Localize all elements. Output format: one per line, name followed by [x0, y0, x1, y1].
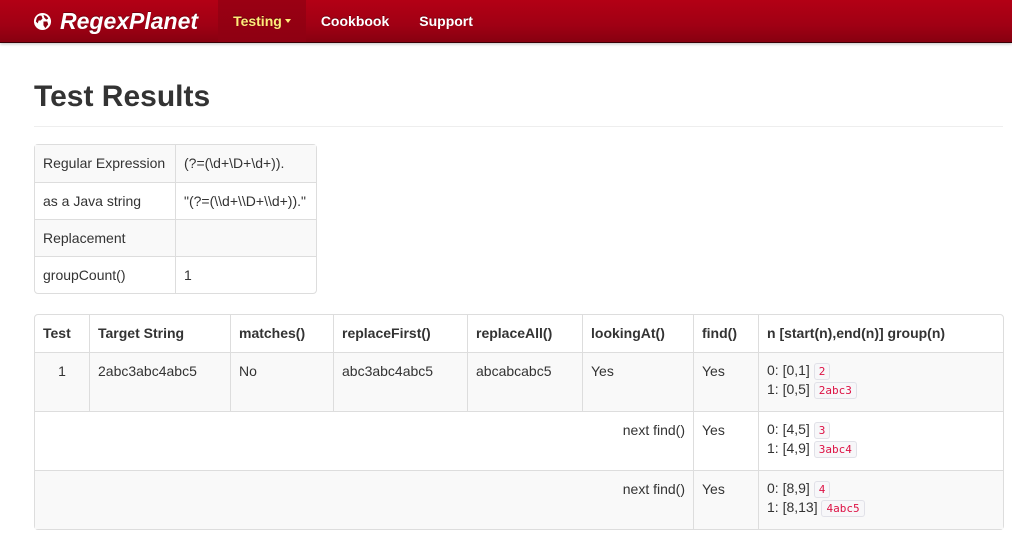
group-range: 0: [0,1]: [767, 362, 810, 378]
group-value: 2: [813, 363, 831, 380]
brand-link[interactable]: RegexPlanet: [33, 0, 198, 42]
results-header-row: Test Target String matches() replaceFirs…: [35, 315, 1003, 352]
group-value: 3abc4: [813, 441, 857, 458]
cell-next-find-label: next find(): [35, 470, 693, 529]
cell-test-number: 1: [35, 352, 89, 411]
cell-next-find-label: next find(): [35, 411, 693, 470]
nav-cookbook[interactable]: Cookbook: [306, 0, 404, 42]
table-row: 1 2abc3abc4abc5 No abc3abc4abc5 abcabcab…: [35, 352, 1003, 411]
nav-support-label: Support: [419, 13, 473, 29]
col-header-find: find(): [693, 315, 758, 352]
info-value: (?=(\d+\D+\d+)).: [175, 145, 316, 182]
col-header-groups: n [start(n),end(n)] group(n): [758, 315, 1003, 352]
info-row-replacement: Replacement: [35, 219, 316, 256]
group-value: 3: [813, 422, 831, 439]
cell-groups: 0: [0,1] 2 1: [0,5] 2abc3: [758, 352, 1003, 411]
info-value: "(?=(\\d+\\D+\\d+)).": [175, 182, 316, 219]
table-row: next find() Yes 0: [4,5] 3 1: [4,9] 3abc…: [35, 411, 1003, 470]
group-value: 2abc3: [813, 382, 857, 399]
cell-target-string: 2abc3abc4abc5: [89, 352, 230, 411]
col-header-test: Test: [43, 325, 71, 341]
cell-replace-all: abcabcabc5: [467, 352, 582, 411]
group-range: 1: [8,13]: [767, 499, 818, 515]
col-header-replace-first: replaceFirst(): [333, 315, 467, 352]
group-value: 4: [813, 481, 831, 498]
group-line: 1: [0,5] 2abc3: [767, 380, 995, 399]
globe-icon: [33, 12, 52, 30]
nav-support[interactable]: Support: [404, 0, 488, 42]
group-range: 1: [4,9]: [767, 440, 810, 456]
info-row-group-count: groupCount() 1: [35, 256, 316, 293]
info-value: [175, 219, 316, 256]
group-range: 0: [4,5]: [767, 421, 810, 437]
group-line: 1: [4,9] 3abc4: [767, 439, 995, 458]
info-key: Regular Expression: [35, 145, 175, 182]
group-value: 4abc5: [821, 500, 865, 517]
info-key: as a Java string: [35, 182, 175, 219]
cell-groups: 0: [8,9] 4 1: [8,13] 4abc5: [758, 470, 1003, 529]
brand-name: RegexPlanet: [60, 7, 199, 34]
cell-matches: No: [230, 352, 333, 411]
navbar: RegexPlanet Testing Cookbook Support: [0, 0, 1012, 43]
group-line: 0: [8,9] 4: [767, 479, 995, 498]
info-row-java-string: as a Java string "(?=(\\d+\\D+\\d+)).": [35, 182, 316, 219]
caret-down-icon: [284, 19, 291, 23]
col-header-replace-all: replaceAll(): [467, 315, 582, 352]
cell-find: Yes: [693, 411, 758, 470]
cell-looking-at: Yes: [582, 352, 693, 411]
table-row: next find() Yes 0: [8,9] 4 1: [8,13] 4ab…: [35, 470, 1003, 529]
info-key: Replacement: [35, 219, 175, 256]
group-range: 0: [8,9]: [767, 480, 810, 496]
info-value: 1: [175, 256, 316, 293]
group-line: 0: [0,1] 2: [767, 361, 995, 380]
col-header-target-string: Target String: [89, 315, 230, 352]
results-table: Test Target String matches() replaceFirs…: [34, 314, 1004, 530]
group-line: 0: [4,5] 3: [767, 420, 995, 439]
nav-testing[interactable]: Testing: [218, 0, 306, 42]
cell-find: Yes: [693, 352, 758, 411]
regex-info-table: Regular Expression (?=(\d+\D+\d+)). as a…: [34, 144, 317, 294]
cell-groups: 0: [4,5] 3 1: [4,9] 3abc4: [758, 411, 1003, 470]
group-line: 1: [8,13] 4abc5: [767, 498, 995, 517]
main-content: Test Results Regular Expression (?=(\d+\…: [0, 80, 1012, 530]
cell-replace-first: abc3abc4abc5: [333, 352, 467, 411]
nav-cookbook-label: Cookbook: [320, 13, 390, 29]
cell-find: Yes: [693, 470, 758, 529]
page-title: Test Results: [34, 80, 1003, 127]
info-key: groupCount(): [35, 256, 175, 293]
info-row-regex: Regular Expression (?=(\d+\D+\d+)).: [35, 145, 316, 182]
col-header-looking-at: lookingAt(): [582, 315, 693, 352]
group-range: 1: [0,5]: [767, 381, 810, 397]
col-header-matches: matches(): [230, 315, 333, 352]
nav-testing-label: Testing: [233, 13, 282, 29]
